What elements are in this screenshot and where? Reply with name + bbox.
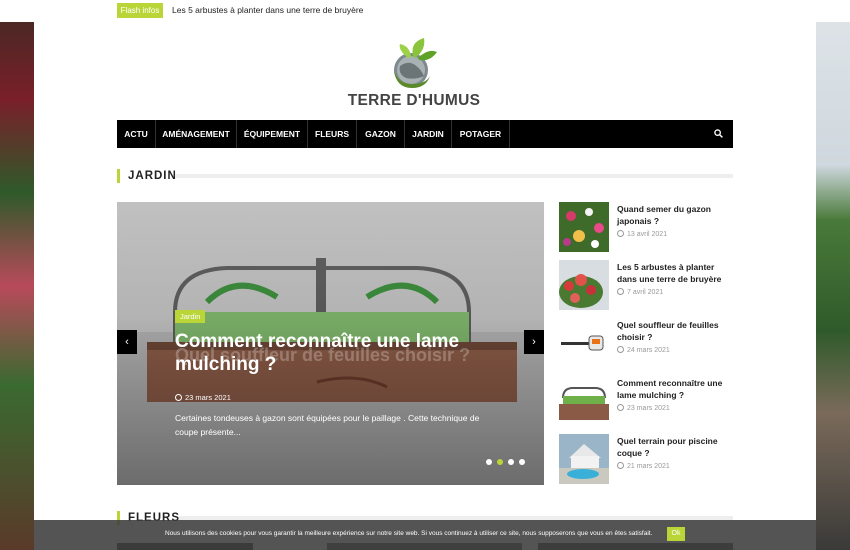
background-left xyxy=(0,0,34,550)
post-date: 23 mars 2021 xyxy=(617,404,670,412)
post-title[interactable]: Quand semer du gazon japonais ? xyxy=(617,203,735,227)
post-date: 7 avril 2021 xyxy=(617,288,663,296)
post-date-text: 7 avril 2021 xyxy=(627,289,664,296)
nav-item-amenagement[interactable]: AMÉNAGEMENT xyxy=(156,120,237,148)
section-title[interactable]: JARDIN xyxy=(128,169,177,183)
slider-prev-button[interactable]: ‹ xyxy=(117,330,137,354)
slider-dots xyxy=(481,452,525,470)
post-thumbnail-shrub[interactable] xyxy=(559,260,609,310)
section-accent-bar xyxy=(117,169,120,183)
list-item[interactable]: Les 5 arbustes à planter dans une terre … xyxy=(559,260,733,312)
featured-slider[interactable]: Jardin Quel souffleur de feuilles choisi… xyxy=(117,202,544,485)
clock-icon xyxy=(175,394,182,401)
flash-link[interactable]: Les 5 arbustes à planter dans une terre … xyxy=(172,5,363,15)
post-date: 24 mars 2021 xyxy=(617,346,670,354)
post-date-text: 24 mars 2021 xyxy=(627,347,670,354)
main-nav: ACTU AMÉNAGEMENT ÉQUIPEMENT FLEURS GAZON… xyxy=(117,120,733,148)
post-date-text: 13 avril 2021 xyxy=(627,231,668,238)
nav-item-actu[interactable]: ACTU xyxy=(117,120,156,148)
nav-item-potager[interactable]: POTAGER xyxy=(452,120,510,148)
clock-icon xyxy=(617,346,624,353)
slide-category[interactable]: Jardin xyxy=(175,310,206,323)
post-thumbnail-blower[interactable] xyxy=(559,318,609,368)
slide-title[interactable]: Comment reconnaître une lame mulching ? xyxy=(175,330,495,376)
clock-icon xyxy=(617,230,624,237)
site-name: TERRE D'HUMUS xyxy=(347,92,481,109)
cookie-banner: Nous utilisons des cookies pour vous gar… xyxy=(34,520,816,550)
slider-dot-4[interactable] xyxy=(519,459,525,465)
section-header-jardin: JARDIN xyxy=(117,169,733,183)
site-logo[interactable]: TERRE D'HUMUS xyxy=(338,36,490,109)
cookie-text: Nous utilisons des cookies pour vous gar… xyxy=(165,530,653,537)
slide-excerpt: Certaines tondeuses à gazon sont équipée… xyxy=(175,413,480,437)
nav-item-gazon[interactable]: GAZON xyxy=(357,120,405,148)
post-title[interactable]: Quel terrain pour piscine coque ? xyxy=(617,435,735,459)
flash-badge: Flash infos xyxy=(117,3,163,18)
post-thumbnail-pool[interactable] xyxy=(559,434,609,484)
slide-date-text: 23 mars 2021 xyxy=(185,393,231,402)
nav-item-jardin[interactable]: JARDIN xyxy=(405,120,452,148)
page: TERRE D'HUMUS ACTU AMÉNAGEMENT ÉQUIPEMEN… xyxy=(34,22,816,550)
clock-icon xyxy=(617,404,624,411)
post-title[interactable]: Les 5 arbustes à planter dans une terre … xyxy=(617,261,735,285)
post-date: 21 mars 2021 xyxy=(617,462,670,470)
list-item[interactable]: Quand semer du gazon japonais ? 13 avril… xyxy=(559,202,733,254)
globe-leaf-icon xyxy=(394,38,437,88)
clock-icon xyxy=(617,462,624,469)
section-divider xyxy=(175,174,733,178)
post-title[interactable]: Quel souffleur de feuilles choisir ? xyxy=(617,319,735,343)
post-date-text: 23 mars 2021 xyxy=(627,405,670,412)
search-icon[interactable] xyxy=(714,129,723,138)
list-item[interactable]: Quel terrain pour piscine coque ? 21 mar… xyxy=(559,434,733,486)
clock-icon xyxy=(617,288,624,295)
slider-dot-1[interactable] xyxy=(486,459,492,465)
slide-date: 23 mars 2021 xyxy=(175,393,231,402)
slider-dot-2[interactable] xyxy=(497,459,503,465)
flash-bar: Flash infos Les 5 arbustes à planter dan… xyxy=(0,0,850,22)
background-right xyxy=(816,0,850,550)
post-date: 13 avril 2021 xyxy=(617,230,667,238)
cookie-ok-button[interactable]: Ok xyxy=(667,527,685,541)
list-item[interactable]: Quel souffleur de feuilles choisir ? 24 … xyxy=(559,318,733,370)
list-item[interactable]: Comment reconnaître une lame mulching ? … xyxy=(559,376,733,428)
post-thumbnail-mulching[interactable] xyxy=(559,376,609,426)
slider-next-button[interactable]: › xyxy=(524,330,544,354)
nav-item-fleurs[interactable]: FLEURS xyxy=(308,120,357,148)
slider-dot-3[interactable] xyxy=(508,459,514,465)
post-title[interactable]: Comment reconnaître une lame mulching ? xyxy=(617,377,735,401)
post-date-text: 21 mars 2021 xyxy=(627,463,670,470)
nav-item-equipement[interactable]: ÉQUIPEMENT xyxy=(237,120,308,148)
post-thumbnail-flowers[interactable] xyxy=(559,202,609,252)
